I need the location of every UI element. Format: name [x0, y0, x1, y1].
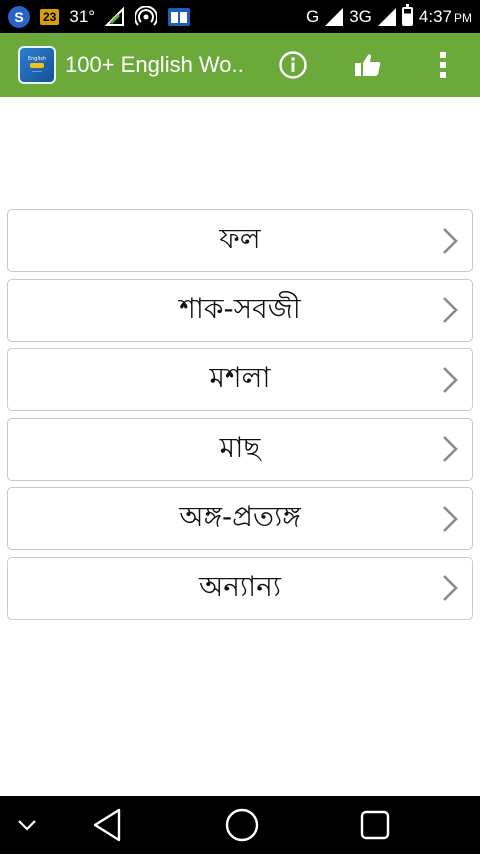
info-button[interactable]: [277, 49, 309, 81]
home-circle-icon: [225, 808, 259, 842]
thumbs-up-icon: [355, 54, 381, 76]
battery-icon: [401, 4, 413, 26]
hide-nav-button[interactable]: [10, 796, 44, 854]
chevron-right-icon: [443, 297, 458, 323]
temperature-text: 31°: [69, 6, 96, 26]
clock: 4:37 PM: [419, 7, 472, 27]
app-logo-badge: [30, 62, 44, 68]
app-logo: English ——: [18, 46, 56, 84]
list-item-label: মশলা: [209, 361, 271, 394]
network-letter: G: [305, 6, 320, 26]
list-item-body-parts[interactable]: অঙ্গ-প্রত্যঙ্গ: [7, 487, 473, 550]
status-bar: S 23 31° G 3G 4:37 PM: [0, 0, 480, 33]
category-list: ফল শাক-সবজী মশলা মাছ অঙ্গ-প্রত্যঙ্গ অন্য…: [7, 209, 473, 626]
signal-icon-2: [377, 7, 396, 26]
like-button[interactable]: [352, 49, 384, 81]
app-title: 100+ English Wo..: [65, 52, 244, 77]
list-item-fruits[interactable]: ফল: [7, 209, 473, 272]
list-item-spices[interactable]: মশলা: [7, 348, 473, 411]
hotspot-icon: [135, 5, 158, 28]
list-item-label: শাক-সবজী: [179, 291, 301, 325]
clock-time: 4:37: [418, 6, 452, 26]
back-button[interactable]: [82, 796, 132, 854]
list-item-label: অন্যান্য: [198, 569, 282, 603]
app-logo-text: English: [27, 55, 47, 62]
chevron-down-icon: [18, 820, 36, 831]
recents-square-icon: [360, 810, 390, 840]
signal-icon: [325, 7, 344, 26]
status-bar-right: G 3G 4:37 PM: [305, 4, 472, 27]
list-item-label: ফল: [219, 222, 261, 255]
list-item-vegetables[interactable]: শাক-সবজী: [7, 278, 473, 342]
chevron-right-icon: [443, 436, 458, 462]
overflow-menu-button[interactable]: [427, 49, 459, 81]
app-logo-line: ——: [32, 68, 42, 75]
home-button[interactable]: [217, 796, 267, 854]
chevron-right-icon: [443, 227, 458, 254]
book-app-icon: [167, 6, 191, 28]
list-item-fish[interactable]: মাছ: [7, 417, 473, 481]
network-type: 3G: [349, 6, 372, 26]
clock-ampm: PM: [454, 10, 472, 25]
list-item-label: অঙ্গ-প্রত্যঙ্গ: [179, 500, 301, 533]
chevron-right-icon: [443, 366, 458, 393]
list-item-label: মাছ: [219, 430, 261, 464]
chevron-right-icon: [443, 505, 458, 532]
status-bar-left: S 23 31°: [8, 5, 191, 28]
chevron-right-icon: [443, 575, 458, 601]
recents-button[interactable]: [350, 796, 400, 854]
signal-4g-icon: [105, 6, 125, 28]
app-bar: English —— 100+ English Wo..: [0, 33, 480, 97]
navigation-bar: [0, 796, 480, 854]
more-vert-icon: [440, 52, 446, 78]
info-icon: [279, 51, 307, 79]
list-item-others[interactable]: অন্যান্য: [7, 556, 473, 620]
s-app-icon: S: [8, 5, 30, 28]
notification-badge: 23: [40, 8, 60, 25]
back-triangle-icon: [93, 808, 121, 842]
